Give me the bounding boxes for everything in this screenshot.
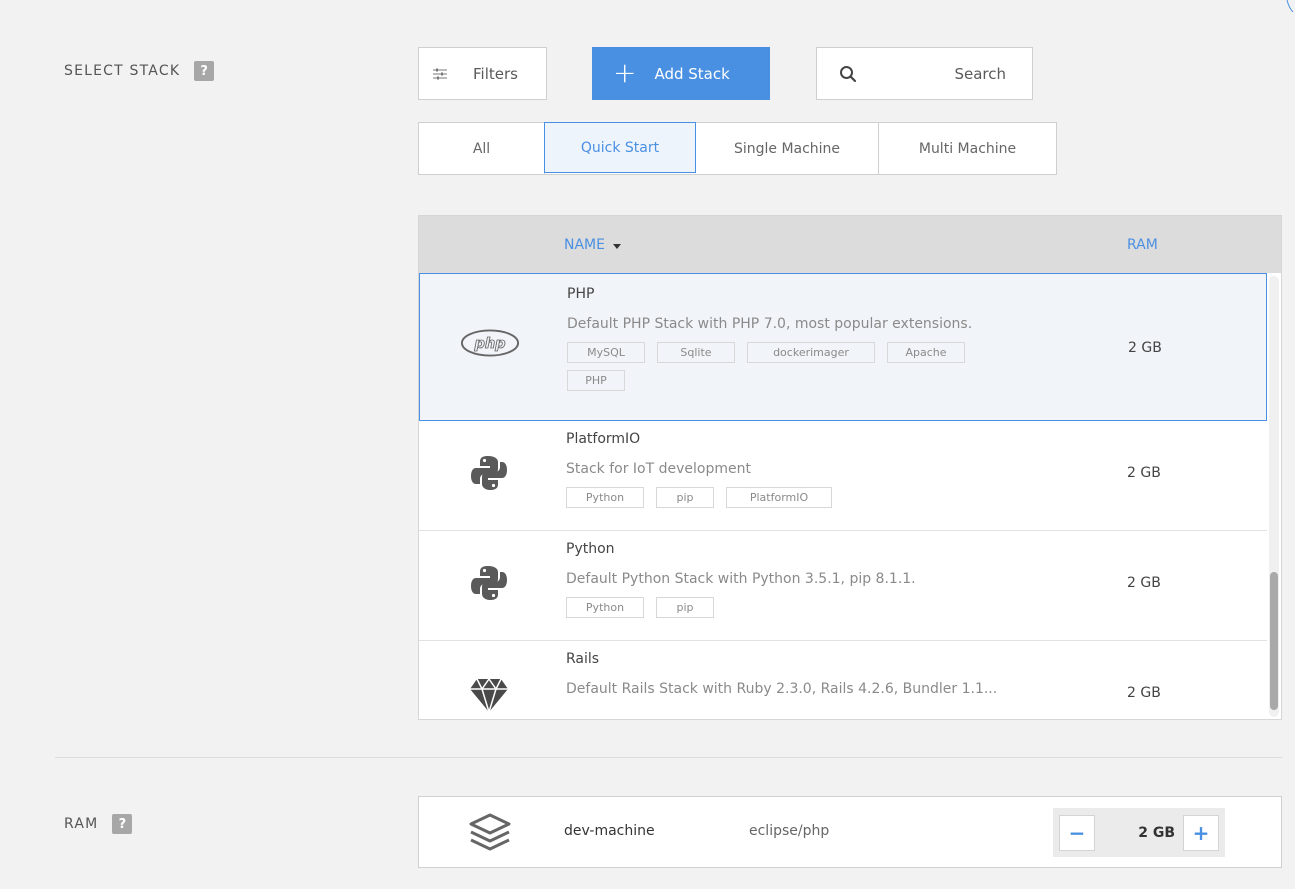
machine-name: dev-machine — [564, 823, 655, 839]
filters-label: Filters — [473, 64, 518, 83]
row-description: Stack for IoT development — [566, 461, 751, 477]
table-row-php[interactable]: php PHP Default PHP Stack with PHP 7.0, … — [419, 273, 1267, 421]
ram-help-icon[interactable]: ? — [112, 814, 133, 834]
add-stack-label: Add Stack — [654, 64, 730, 83]
ram-value: 2 GB — [1138, 824, 1175, 841]
row-name: Rails — [566, 651, 600, 667]
row-description: Default Rails Stack with Ruby 2.3.0, Rai… — [566, 681, 998, 697]
search-label: Search — [954, 64, 1006, 83]
row-tags: MySQL Sqlite dockerimager Apache PHP — [567, 342, 997, 391]
tag: MySQL — [567, 342, 645, 363]
select-stack-help-icon[interactable]: ? — [194, 61, 215, 81]
tag: PlatformIO — [726, 487, 832, 508]
ram-heading: RAM ? — [64, 814, 133, 834]
tag: PHP — [567, 370, 625, 391]
row-description: Default PHP Stack with PHP 7.0, most pop… — [567, 316, 973, 332]
tab-single-machine[interactable]: Single Machine — [696, 123, 879, 174]
row-tags: Python pip PlatformIO — [566, 487, 996, 508]
row-ram: 2 GB — [1128, 340, 1162, 356]
plus-icon: + — [613, 55, 637, 89]
tag: pip — [656, 597, 714, 618]
section-divider — [55, 757, 1282, 758]
svg-text:php: php — [473, 336, 505, 352]
stack-rows: php PHP Default PHP Stack with PHP 7.0, … — [419, 273, 1267, 719]
tag: pip — [656, 487, 714, 508]
row-ram: 2 GB — [1127, 575, 1161, 591]
layers-icon — [467, 812, 513, 858]
filters-button[interactable]: Filters — [418, 47, 547, 100]
ram-column-header[interactable]: RAM — [1127, 237, 1158, 253]
python-icon — [459, 563, 519, 603]
row-tags: Python pip — [566, 597, 996, 618]
scrollbar-thumb[interactable] — [1270, 572, 1278, 710]
ram-label: RAM — [64, 816, 99, 832]
table-row-python[interactable]: Python Default Python Stack with Python … — [419, 531, 1267, 641]
row-name: Python — [566, 541, 615, 557]
machine-ram-row: dev-machine eclipse/php − 2 GB + — [418, 796, 1282, 868]
ruby-gem-icon — [459, 677, 519, 713]
row-name: PHP — [567, 286, 595, 302]
table-header: NAME RAM — [419, 216, 1281, 273]
php-icon: php — [460, 328, 520, 358]
tag: Python — [566, 597, 644, 618]
stack-filter-tabs: All Quick Start Single Machine Multi Mac… — [418, 122, 1057, 175]
filters-icon — [433, 68, 447, 79]
table-row-platformio[interactable]: PlatformIO Stack for IoT development Pyt… — [419, 421, 1267, 531]
machine-image: eclipse/php — [749, 823, 830, 839]
select-stack-heading: SELECT STACK ? — [64, 61, 215, 81]
name-column-label: NAME — [564, 237, 605, 253]
select-stack-label: SELECT STACK — [64, 63, 181, 79]
ram-decrease-button[interactable]: − — [1059, 814, 1095, 851]
add-stack-button[interactable]: + Add Stack — [592, 47, 770, 100]
tag: dockerimager — [747, 342, 875, 363]
tag: Apache — [887, 342, 965, 363]
search-icon — [840, 65, 857, 82]
row-ram: 2 GB — [1127, 685, 1161, 701]
python-icon — [459, 453, 519, 493]
row-ram: 2 GB — [1127, 465, 1161, 481]
ram-stepper: − 2 GB + — [1053, 808, 1225, 857]
tab-multi-machine[interactable]: Multi Machine — [879, 123, 1056, 174]
row-description: Default Python Stack with Python 3.5.1, … — [566, 571, 916, 587]
corner-arc-decoration — [1286, 0, 1294, 12]
stack-table: NAME RAM php PHP Default PHP Stack with … — [418, 215, 1282, 720]
tab-all[interactable]: All — [419, 123, 545, 174]
table-row-rails[interactable]: Rails Default Rails Stack with Ruby 2.3.… — [419, 641, 1267, 719]
workspace-create-page: SELECT STACK ? Filters + Add Stack Searc… — [0, 0, 1295, 889]
tag: Sqlite — [657, 342, 735, 363]
search-box[interactable]: Search — [816, 47, 1033, 100]
ram-increase-button[interactable]: + — [1183, 814, 1219, 851]
sort-caret-icon — [612, 243, 621, 249]
table-scrollbar[interactable] — [1269, 276, 1279, 717]
tab-quick-start[interactable]: Quick Start — [544, 122, 696, 173]
row-name: PlatformIO — [566, 431, 641, 447]
name-column-header[interactable]: NAME — [564, 237, 621, 253]
tag: Python — [566, 487, 644, 508]
